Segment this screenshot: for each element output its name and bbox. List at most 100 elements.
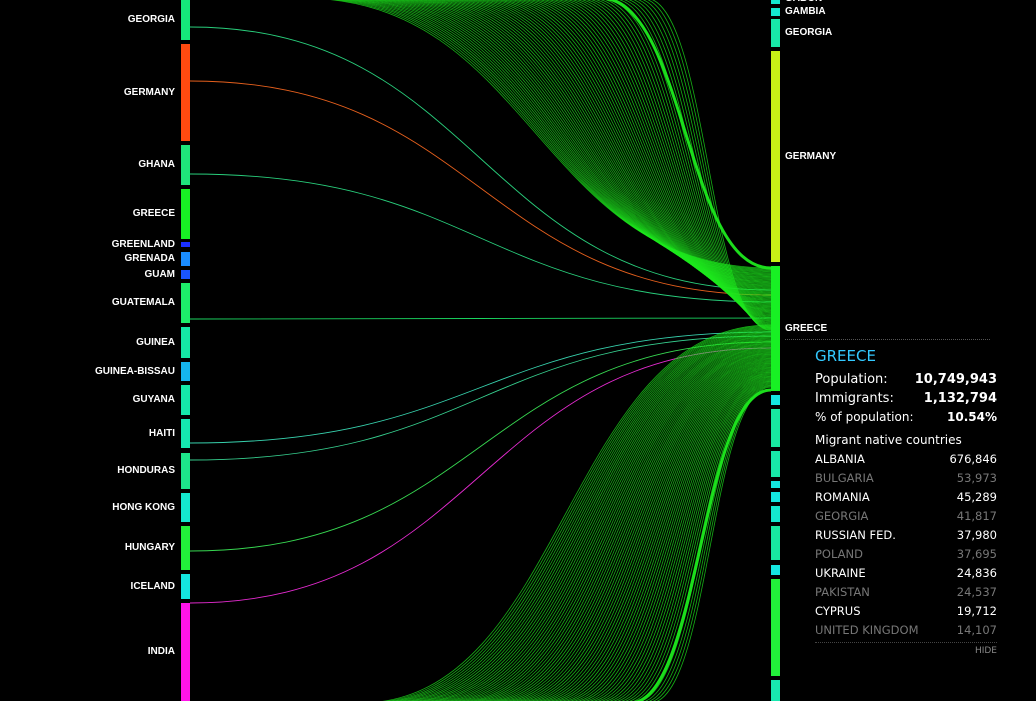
origin-label-guyana[interactable]: GUYANA — [133, 394, 175, 406]
hide-button[interactable]: HIDE — [815, 642, 997, 656]
destination-bar-gabon[interactable] — [771, 0, 780, 4]
origin-country: PAKISTAN — [815, 585, 870, 599]
population-value: 10,749,943 — [914, 372, 997, 387]
flow-curve — [375, 0, 772, 278]
origin-bar-grenada[interactable] — [181, 252, 190, 266]
origin-country: CYPRUS — [815, 604, 861, 618]
destination-bar-guinea[interactable] — [771, 451, 780, 477]
destination-bar-guam[interactable] — [771, 395, 780, 405]
origin-label-greenland[interactable]: GREENLAND — [112, 239, 175, 251]
flow-curve — [414, 331, 772, 701]
origin-count: 53,973 — [956, 471, 997, 485]
origin-label-iceland[interactable]: ICELAND — [131, 581, 175, 593]
population-label: Population: — [815, 372, 888, 387]
flow-curve — [417, 0, 772, 286]
origin-row: BULGARIA 53,973 — [815, 469, 997, 488]
origin-label-germany[interactable]: GERMANY — [124, 87, 175, 99]
origin-label-hong-kong[interactable]: HONG KONG — [112, 502, 175, 514]
destination-label-greece[interactable]: GREECE — [785, 323, 827, 335]
destination-bar-guinea-bissau[interactable] — [771, 481, 780, 488]
origin-label-hungary[interactable]: HUNGARY — [125, 542, 175, 554]
origin-bar-hong-kong[interactable] — [181, 493, 190, 522]
origin-label-guinea[interactable]: GUINEA — [136, 337, 175, 349]
origin-label-greece[interactable]: GREECE — [133, 208, 175, 220]
flow-curve — [474, 0, 772, 297]
flow-curve-guatemala — [189, 317, 772, 320]
origin-bar-haiti[interactable] — [181, 419, 190, 448]
flow-curve — [486, 348, 772, 701]
origins-title: Migrant native countries — [815, 433, 962, 447]
destination-bar-georgia[interactable] — [771, 19, 780, 47]
immigrants-label: Immigrants: — [815, 391, 894, 406]
destination-bar-guatemala[interactable] — [771, 409, 780, 447]
origin-row: POLAND 37,695 — [815, 545, 997, 564]
destination-bar-hungary[interactable] — [771, 579, 780, 676]
flow-curve — [557, 364, 772, 701]
origin-country: ALBANIA — [815, 452, 865, 466]
origin-count: 37,695 — [956, 547, 997, 561]
tooltip-divider — [785, 339, 990, 340]
flow-curve — [328, 0, 772, 269]
destination-bar-haiti[interactable] — [771, 506, 780, 522]
origin-bar-honduras[interactable] — [181, 453, 190, 489]
destination-bar-greece[interactable] — [771, 266, 780, 391]
origin-count: 24,836 — [956, 566, 997, 580]
origin-country: RUSSIAN FED. — [815, 528, 896, 542]
origin-row: ROMANIA 45,289 — [815, 488, 997, 507]
flow-curve — [521, 0, 772, 306]
origin-row: GEORGIA 41,817 — [815, 507, 997, 526]
origin-bar-guinea[interactable] — [181, 327, 190, 358]
flow-curve — [403, 0, 772, 283]
destination-label-gambia[interactable]: GAMBIA — [785, 6, 826, 18]
origins-list: ALBANIA 676,846 BULGARIA 53,973 ROMANIA 45,28… — [815, 450, 997, 640]
origin-count: 14,107 — [956, 623, 997, 637]
destination-bar-germany[interactable] — [771, 51, 780, 262]
origin-label-haiti[interactable]: HAITI — [149, 428, 175, 440]
destination-bar-honduras[interactable] — [771, 526, 780, 560]
origin-bar-guam[interactable] — [181, 270, 190, 279]
destination-bar-guyana[interactable] — [771, 492, 780, 502]
origin-row: CYPRUS 19,712 — [815, 602, 997, 621]
origin-label-guatemala[interactable]: GUATEMALA — [112, 297, 175, 309]
flow-curve — [370, 0, 772, 277]
origin-count: 24,537 — [956, 585, 997, 599]
destination-label-germany[interactable]: GERMANY — [785, 151, 836, 163]
origin-country: UKRAINE — [815, 566, 866, 580]
destination-bar-hong-kong[interactable] — [771, 565, 780, 575]
origin-count: 41,817 — [956, 509, 997, 523]
origin-bar-georgia[interactable] — [181, 0, 190, 40]
origin-bar-germany[interactable] — [181, 44, 190, 141]
flow-curve — [438, 337, 772, 701]
percent-value: 10.54% — [947, 410, 997, 424]
origin-bar-greenland[interactable] — [181, 242, 190, 247]
flow-curve — [356, 0, 772, 274]
origin-label-india[interactable]: INDIA — [148, 646, 175, 658]
origin-bar-guyana[interactable] — [181, 385, 190, 415]
origin-bar-guinea-bissau[interactable] — [181, 362, 190, 381]
origin-country: GEORGIA — [815, 509, 869, 523]
origin-count: 45,289 — [956, 490, 997, 504]
destination-bar-iceland[interactable] — [771, 680, 780, 701]
origin-bar-india[interactable] — [181, 603, 190, 701]
flow-curve — [530, 357, 772, 701]
origin-bar-guatemala[interactable] — [181, 283, 190, 323]
population-row: Population: 10,749,943 — [815, 370, 997, 389]
origin-label-ghana[interactable]: GHANA — [138, 159, 175, 171]
destination-bar-gambia[interactable] — [771, 8, 780, 16]
origin-label-guam[interactable]: GUAM — [144, 269, 175, 281]
origin-bar-iceland[interactable] — [181, 574, 190, 599]
origin-label-guinea-bissau[interactable]: GUINEA-BISSAU — [95, 366, 175, 378]
origin-bar-greece[interactable] — [181, 189, 190, 239]
origin-country: POLAND — [815, 547, 863, 561]
percent-label: % of population: — [815, 410, 914, 424]
origin-label-grenada[interactable]: GRENADA — [124, 253, 175, 265]
destination-label-georgia[interactable]: GEORGIA — [785, 27, 832, 39]
origin-bar-ghana[interactable] — [181, 145, 190, 185]
destination-label-gabon[interactable]: GABON — [785, 0, 822, 5]
origin-count: 676,846 — [949, 452, 997, 466]
flow-curve — [632, 388, 772, 701]
origin-bar-hungary[interactable] — [181, 526, 190, 570]
origin-label-honduras[interactable]: HONDURAS — [117, 465, 175, 477]
origin-label-georgia[interactable]: GEORGIA — [128, 14, 175, 26]
flow-curve — [502, 351, 772, 701]
